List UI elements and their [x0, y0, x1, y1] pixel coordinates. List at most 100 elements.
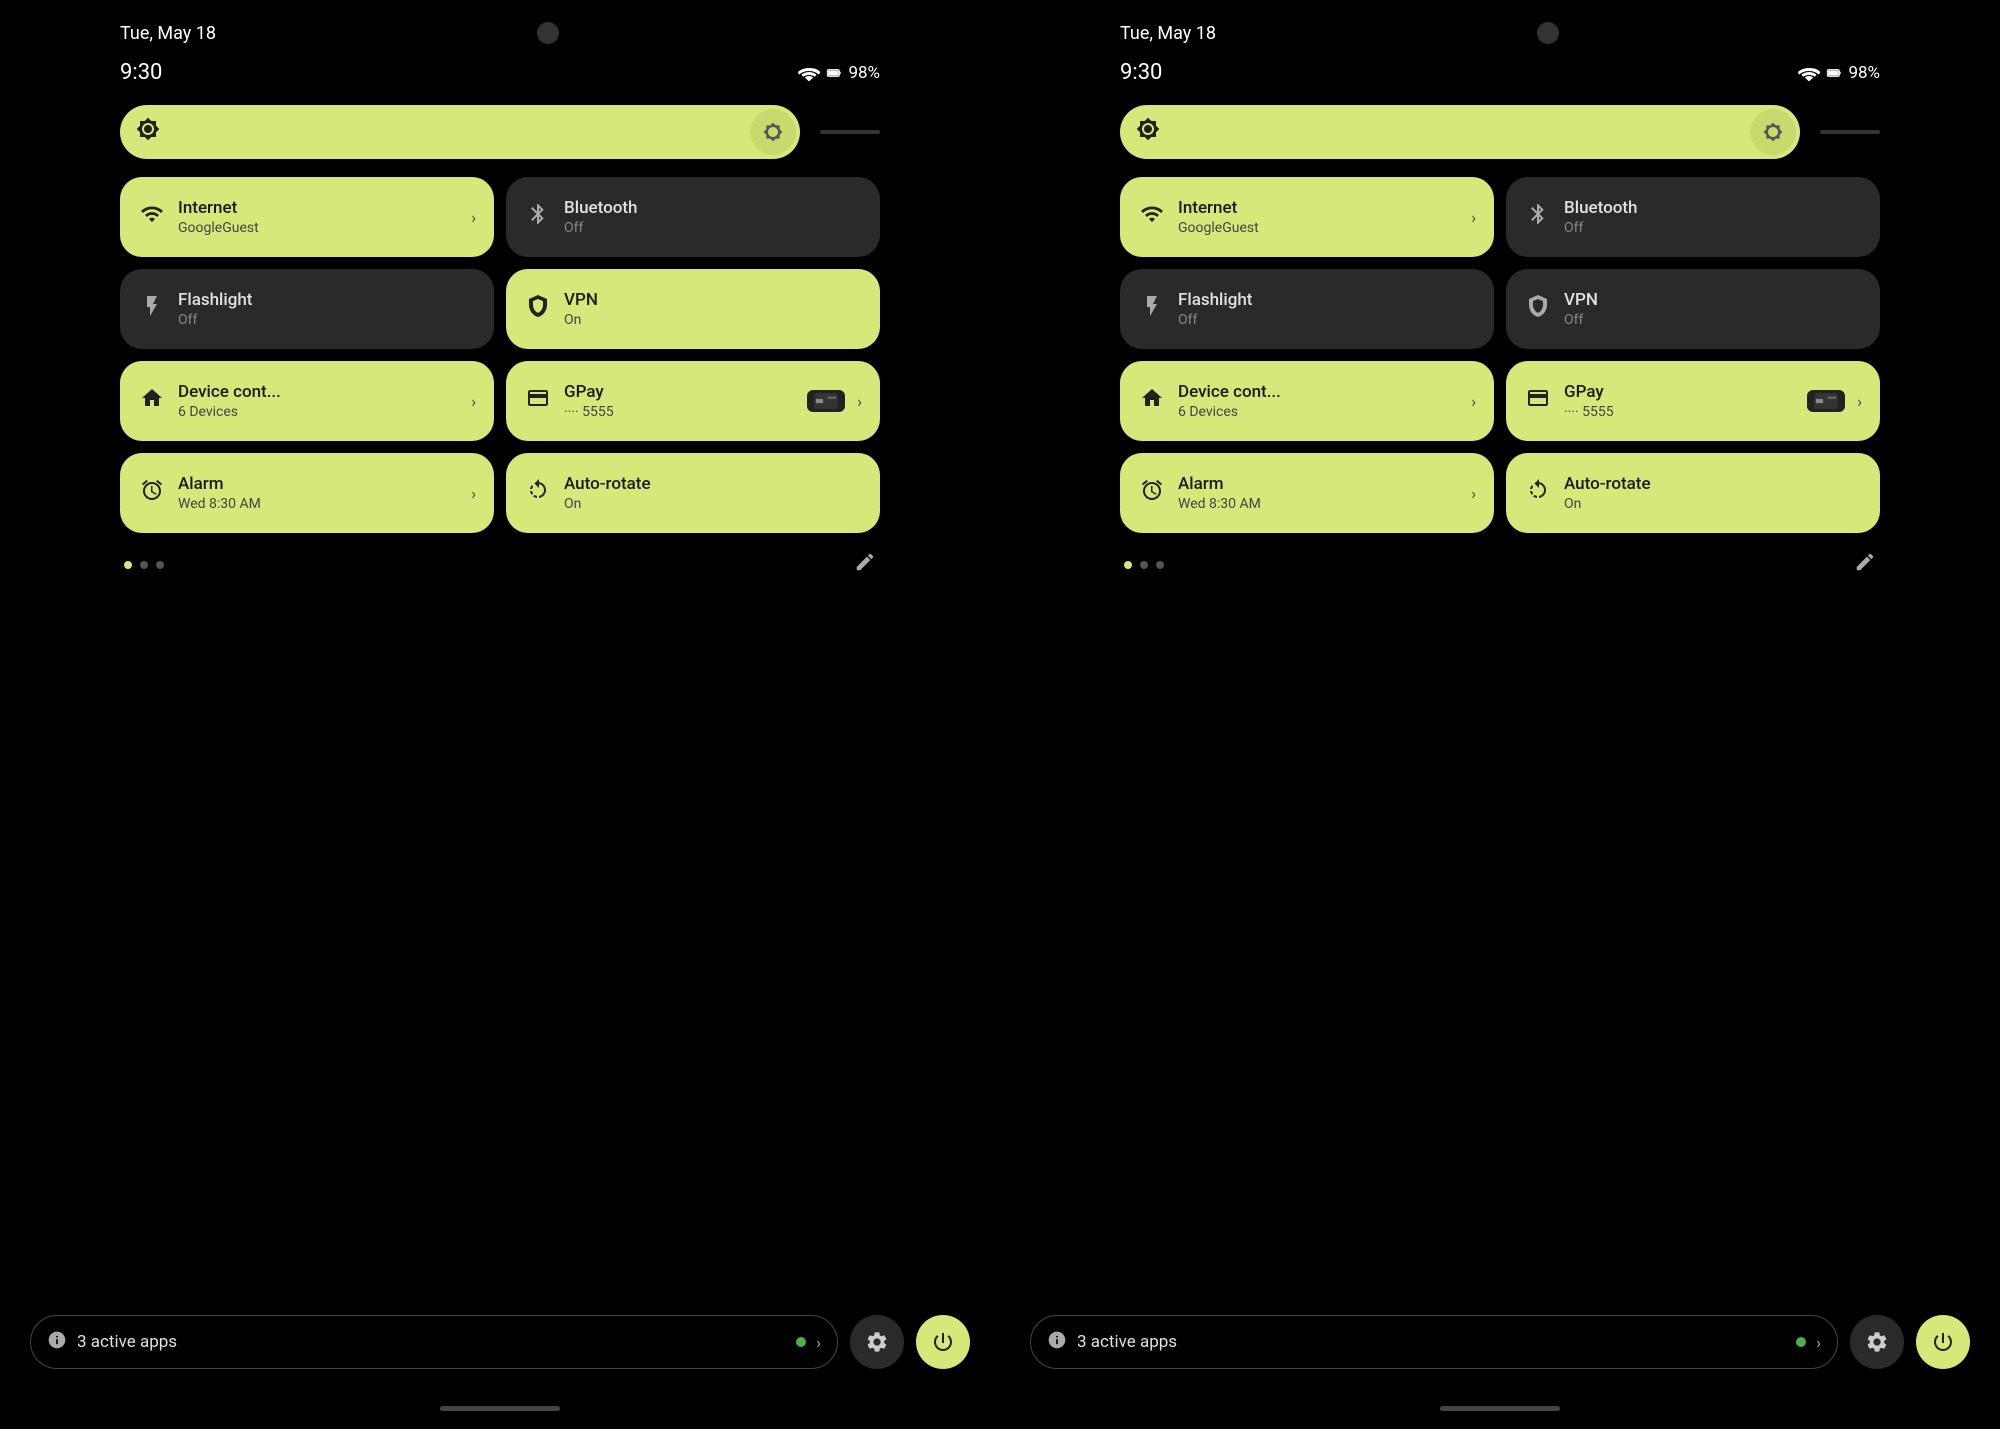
bottom-bar: 3 active apps ›	[1000, 1315, 2000, 1369]
active-indicator-dot	[1796, 1337, 1806, 1347]
tile-icon-vpn	[524, 294, 552, 324]
status-bar: Tue, May 18	[1120, 0, 1880, 54]
tile-device[interactable]: Device cont... 6 Devices ›	[1120, 361, 1494, 441]
tile-alarm[interactable]: Alarm Wed 8:30 AM ›	[120, 453, 494, 533]
brightness-slider[interactable]	[120, 105, 800, 159]
tile-text-device: Device cont... 6 Devices	[1178, 382, 1459, 420]
active-apps-pill[interactable]: 3 active apps ›	[30, 1315, 838, 1369]
tile-subtitle: Wed 8:30 AM	[1178, 496, 1459, 512]
tile-arrow: ›	[1471, 208, 1476, 227]
tile-device[interactable]: Device cont... 6 Devices ›	[120, 361, 494, 441]
tile-autorotate[interactable]: Auto-rotate On	[1506, 453, 1880, 533]
settings-button[interactable]	[1850, 1315, 1904, 1369]
tile-text-internet: Internet GoogleGuest	[178, 198, 459, 236]
dot-3	[1156, 561, 1164, 569]
tile-internet[interactable]: Internet GoogleGuest ›	[120, 177, 494, 257]
tile-title: Alarm	[178, 474, 459, 494]
tile-title: VPN	[564, 290, 862, 310]
tile-title: Internet	[1178, 198, 1459, 218]
phone-panel-right: Tue, May 18 9:30 98%	[1000, 0, 2000, 1429]
tile-icon-bluetooth	[524, 202, 552, 232]
tile-subtitle: 6 Devices	[1178, 404, 1459, 420]
tile-arrow: ›	[471, 392, 476, 411]
tile-title: Device cont...	[1178, 382, 1459, 402]
tile-icon-gpay	[1524, 386, 1552, 416]
brightness-row[interactable]	[1120, 105, 1880, 159]
tile-title: Flashlight	[178, 290, 476, 310]
tile-vpn[interactable]: VPN On	[506, 269, 880, 349]
tile-chevron: ›	[857, 392, 862, 411]
pagination-dots	[1124, 561, 1164, 569]
gpay-card-icon	[1807, 390, 1845, 412]
tile-vpn[interactable]: VPN Off	[1506, 269, 1880, 349]
tile-gpay[interactable]: GPay ···· 5555 ›	[1506, 361, 1880, 441]
tile-subtitle: Off	[1564, 312, 1862, 328]
tile-icon-alarm	[1138, 478, 1166, 508]
battery-percent: 98%	[1848, 63, 1880, 83]
power-button[interactable]	[1916, 1315, 1970, 1369]
settings-button[interactable]	[850, 1315, 904, 1369]
status-bar: Tue, May 18	[120, 0, 880, 54]
tile-icon-flashlight	[138, 294, 166, 324]
brightness-thumb[interactable]	[1750, 109, 1796, 155]
active-apps-pill[interactable]: 3 active apps ›	[1030, 1315, 1838, 1369]
wifi-status-icon	[1798, 65, 1820, 81]
tile-subtitle: On	[564, 496, 862, 512]
tile-subtitle: Off	[1178, 312, 1476, 328]
tile-icon-autorotate	[1524, 478, 1552, 508]
tiles-grid: Internet GoogleGuest › Bluetooth Off Fla…	[1120, 177, 1880, 533]
tile-title: GPay	[1564, 382, 1795, 402]
home-indicator	[440, 1406, 560, 1411]
tile-title: Alarm	[1178, 474, 1459, 494]
tile-text-autorotate: Auto-rotate On	[564, 474, 862, 512]
tile-text-device: Device cont... 6 Devices	[178, 382, 459, 420]
tile-alarm[interactable]: Alarm Wed 8:30 AM ›	[1120, 453, 1494, 533]
tile-subtitle: Off	[1564, 220, 1862, 236]
tile-icon-autorotate	[524, 478, 552, 508]
pill-arrow: ›	[816, 1333, 821, 1352]
tile-arrow: ›	[471, 208, 476, 227]
tile-bluetooth[interactable]: Bluetooth Off	[506, 177, 880, 257]
tile-autorotate[interactable]: Auto-rotate On	[506, 453, 880, 533]
tile-flashlight[interactable]: Flashlight Off	[1120, 269, 1494, 349]
tile-subtitle: GoogleGuest	[1178, 220, 1459, 236]
tile-internet[interactable]: Internet GoogleGuest ›	[1120, 177, 1494, 257]
tile-icon-wifi	[1138, 202, 1166, 232]
tile-icon-device	[1138, 386, 1166, 416]
edit-icon[interactable]	[854, 551, 876, 578]
tile-text-bluetooth: Bluetooth Off	[1564, 198, 1862, 236]
tiles-grid: Internet GoogleGuest › Bluetooth Off Fla…	[120, 177, 880, 533]
battery-status-icon	[1826, 65, 1842, 81]
status-icons: 98%	[798, 63, 880, 83]
tile-text-alarm: Alarm Wed 8:30 AM	[1178, 474, 1459, 512]
tile-text-vpn: VPN Off	[1564, 290, 1862, 328]
tile-subtitle: Off	[564, 220, 862, 236]
brightness-slider[interactable]	[1120, 105, 1800, 159]
tile-bluetooth[interactable]: Bluetooth Off	[1506, 177, 1880, 257]
tile-arrow: ›	[1471, 484, 1476, 503]
tile-title: Device cont...	[178, 382, 459, 402]
battery-percent: 98%	[848, 63, 880, 83]
info-icon	[47, 1330, 67, 1355]
tile-title: Auto-rotate	[564, 474, 862, 494]
edit-icon[interactable]	[1854, 551, 1876, 578]
tile-subtitle: On	[1564, 496, 1862, 512]
power-button[interactable]	[916, 1315, 970, 1369]
brightness-track	[1820, 130, 1880, 134]
home-indicator	[1440, 1406, 1560, 1411]
battery-status-icon	[826, 65, 842, 81]
tile-subtitle: Wed 8:30 AM	[178, 496, 459, 512]
tile-gpay[interactable]: GPay ···· 5555 ›	[506, 361, 880, 441]
tile-text-gpay: GPay ···· 5555	[1564, 382, 1795, 420]
brightness-thumb[interactable]	[750, 109, 796, 155]
dot-3	[156, 561, 164, 569]
tile-title: VPN	[1564, 290, 1862, 310]
status-time: 9:30	[120, 60, 162, 85]
brightness-row[interactable]	[120, 105, 880, 159]
pagination-row	[1120, 551, 1880, 578]
brightness-icon	[136, 117, 160, 147]
phone-panel-left: Tue, May 18 9:30 98%	[0, 0, 1000, 1429]
tile-flashlight[interactable]: Flashlight Off	[120, 269, 494, 349]
tile-subtitle: ···· 5555	[564, 404, 795, 420]
tile-title: Bluetooth	[1564, 198, 1862, 218]
